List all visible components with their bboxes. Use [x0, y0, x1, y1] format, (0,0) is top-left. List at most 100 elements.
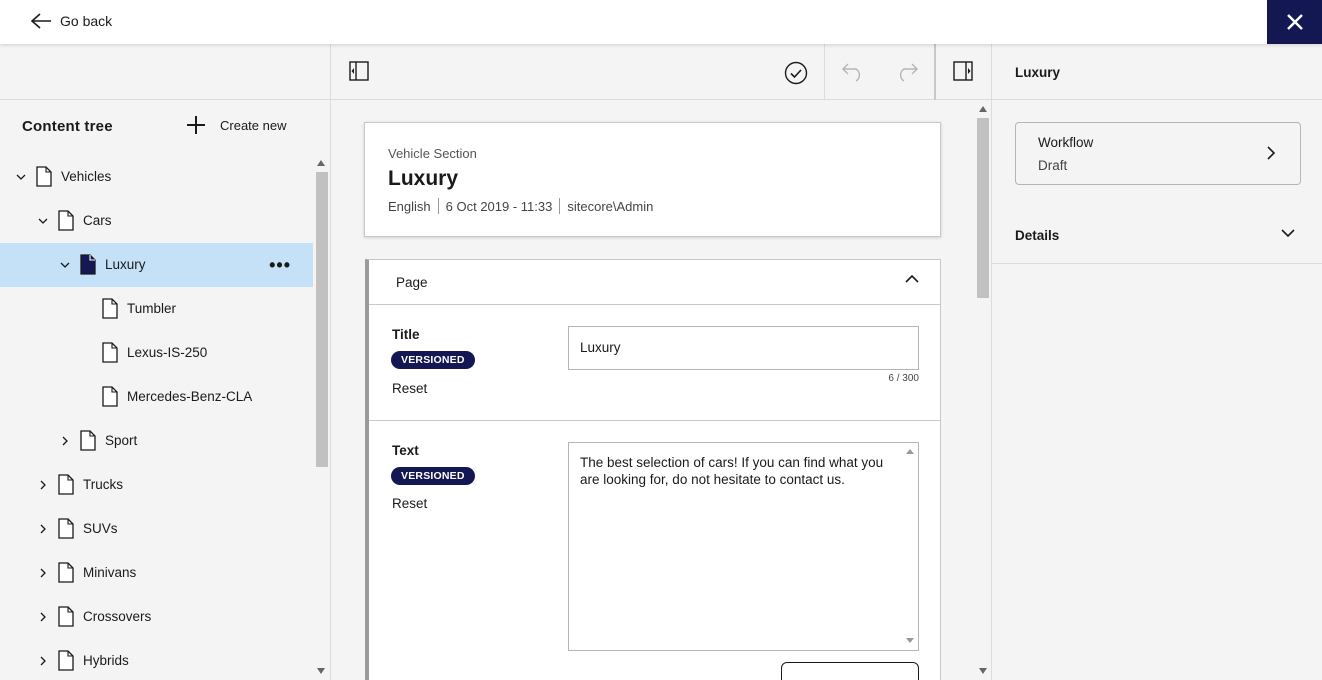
tree-item-label: Crossovers [83, 609, 152, 624]
close-icon [1286, 14, 1303, 30]
tree-item[interactable]: Sport [0, 419, 313, 463]
title-field-label: Title [392, 327, 420, 342]
item-date: 6 Oct 2019 - 11:33 [445, 198, 553, 214]
tree-item[interactable]: Mercedes-Benz-CLA [0, 375, 313, 419]
tree-item-label: Luxury [105, 257, 146, 272]
title-reset-link[interactable]: Reset [392, 381, 427, 396]
document-icon [80, 430, 96, 451]
chevron-right-icon[interactable] [38, 568, 48, 578]
left-toolbar [0, 44, 330, 100]
go-back-link[interactable]: Go back [30, 12, 112, 30]
editor-toolbar [331, 44, 991, 100]
document-icon [36, 166, 52, 187]
chevron-down-icon[interactable] [38, 216, 48, 226]
tree-item[interactable]: Hybrids [0, 639, 313, 680]
scroll-down-icon[interactable] [906, 638, 914, 643]
top-bar: Go back [0, 0, 1322, 44]
scroll-up-icon[interactable] [979, 106, 987, 112]
chevron-right-icon [1267, 146, 1276, 160]
workflow-label: Workflow [1038, 135, 1094, 150]
document-icon [58, 650, 74, 671]
tree-item-label: SUVs [83, 521, 118, 536]
document-icon [102, 298, 118, 319]
tree-item[interactable]: Luxury ••• [0, 243, 313, 287]
tree-item-label: Trucks [83, 477, 123, 492]
chevron-down-icon [1281, 229, 1295, 238]
textarea-scrollbar[interactable] [904, 445, 916, 648]
tree-item[interactable]: Tumbler [0, 287, 313, 331]
meta-separator [437, 198, 439, 214]
tree-item[interactable]: Lexus-IS-250 [0, 331, 313, 375]
tree-item[interactable]: Trucks [0, 463, 313, 507]
close-button[interactable] [1267, 0, 1322, 44]
details-accordion[interactable]: Details [992, 209, 1322, 264]
tree-item-label: Hybrids [83, 653, 129, 668]
tree-scrollbar-thumb[interactable] [316, 172, 328, 467]
validate-check-icon[interactable] [784, 61, 808, 85]
versioned-badge: VERSIONED [391, 351, 475, 369]
document-icon [58, 474, 74, 495]
item-name: Luxury [388, 167, 459, 190]
undo-icon[interactable] [841, 62, 865, 82]
content-tree: Vehicles Cars Luxury ••• Tumbler Lexus-IS-250… [0, 155, 313, 680]
chevron-up-icon[interactable] [905, 274, 919, 284]
chevron-right-icon[interactable] [38, 480, 48, 490]
document-icon [58, 562, 74, 583]
document-icon [58, 606, 74, 627]
text-field: Text VERSIONED Reset The best selection … [369, 421, 941, 680]
item-language: English [388, 198, 431, 214]
text-textarea-value: The best selection of cars! If you can f… [580, 455, 884, 487]
redo-icon[interactable] [895, 62, 919, 82]
toolbar-separator [934, 44, 936, 100]
tree-item[interactable]: Cars [0, 199, 313, 243]
tree-item-label: Sport [105, 433, 138, 448]
chevron-right-icon[interactable] [60, 436, 70, 446]
text-reset-link[interactable]: Reset [392, 496, 427, 511]
create-new-button[interactable]: Create new [186, 115, 286, 135]
properties-panel: Luxury Workflow Draft Details [991, 44, 1322, 680]
document-icon [80, 254, 96, 275]
versioned-badge: VERSIONED [391, 467, 475, 485]
tree-item[interactable]: Vehicles [0, 155, 313, 199]
toolbar-separator [824, 44, 825, 100]
tree-scrollbar[interactable] [314, 155, 328, 680]
section-title: Page [396, 275, 428, 290]
content-tree-title: Content tree [22, 118, 113, 135]
tree-item-label: Mercedes-Benz-CLA [127, 389, 253, 404]
tree-item[interactable]: Crossovers [0, 595, 313, 639]
scroll-down-icon[interactable] [979, 668, 987, 674]
chevron-right-icon[interactable] [38, 524, 48, 534]
document-icon [58, 210, 74, 231]
editor-scrollbar-thumb[interactable] [977, 118, 989, 298]
item-header-card: Vehicle Section Luxury English 6 Oct 201… [364, 122, 941, 237]
create-new-label: Create new [220, 117, 287, 133]
title-input[interactable]: Luxury [568, 326, 919, 370]
chevron-down-icon[interactable] [60, 260, 70, 270]
tree-item-label: Tumbler [127, 301, 177, 316]
scroll-up-icon[interactable] [906, 449, 914, 454]
tree-item[interactable]: SUVs [0, 507, 313, 551]
scroll-down-icon[interactable] [317, 668, 325, 674]
go-back-label: Go back [60, 13, 113, 29]
editor-scrollbar[interactable] [975, 100, 991, 680]
collapse-right-panel-icon[interactable] [953, 61, 973, 81]
text-field-action-button[interactable] [781, 662, 919, 680]
plus-icon [187, 116, 205, 134]
editor-area: Vehicle Section Luxury English 6 Oct 201… [331, 44, 991, 680]
chevron-right-icon[interactable] [38, 656, 48, 666]
collapse-left-panel-icon[interactable] [349, 61, 369, 81]
chevron-down-icon[interactable] [16, 172, 26, 182]
item-author: sitecore\Admin [567, 198, 654, 214]
workflow-card[interactable]: Workflow Draft [1015, 122, 1301, 185]
content-tree-panel: Content tree Create new Vehicles Cars Luxu… [0, 44, 331, 680]
scroll-up-icon[interactable] [317, 160, 325, 166]
title-char-counter: 6 / 300 [888, 373, 919, 384]
chevron-right-icon[interactable] [38, 612, 48, 622]
document-icon [102, 386, 118, 407]
page-section-header[interactable]: Page [369, 260, 941, 305]
more-options-icon[interactable]: ••• [269, 255, 291, 276]
text-textarea[interactable]: The best selection of cars! If you can f… [568, 442, 919, 651]
text-field-label: Text [392, 443, 419, 458]
tree-item[interactable]: Minivans [0, 551, 313, 595]
document-icon [58, 518, 74, 539]
